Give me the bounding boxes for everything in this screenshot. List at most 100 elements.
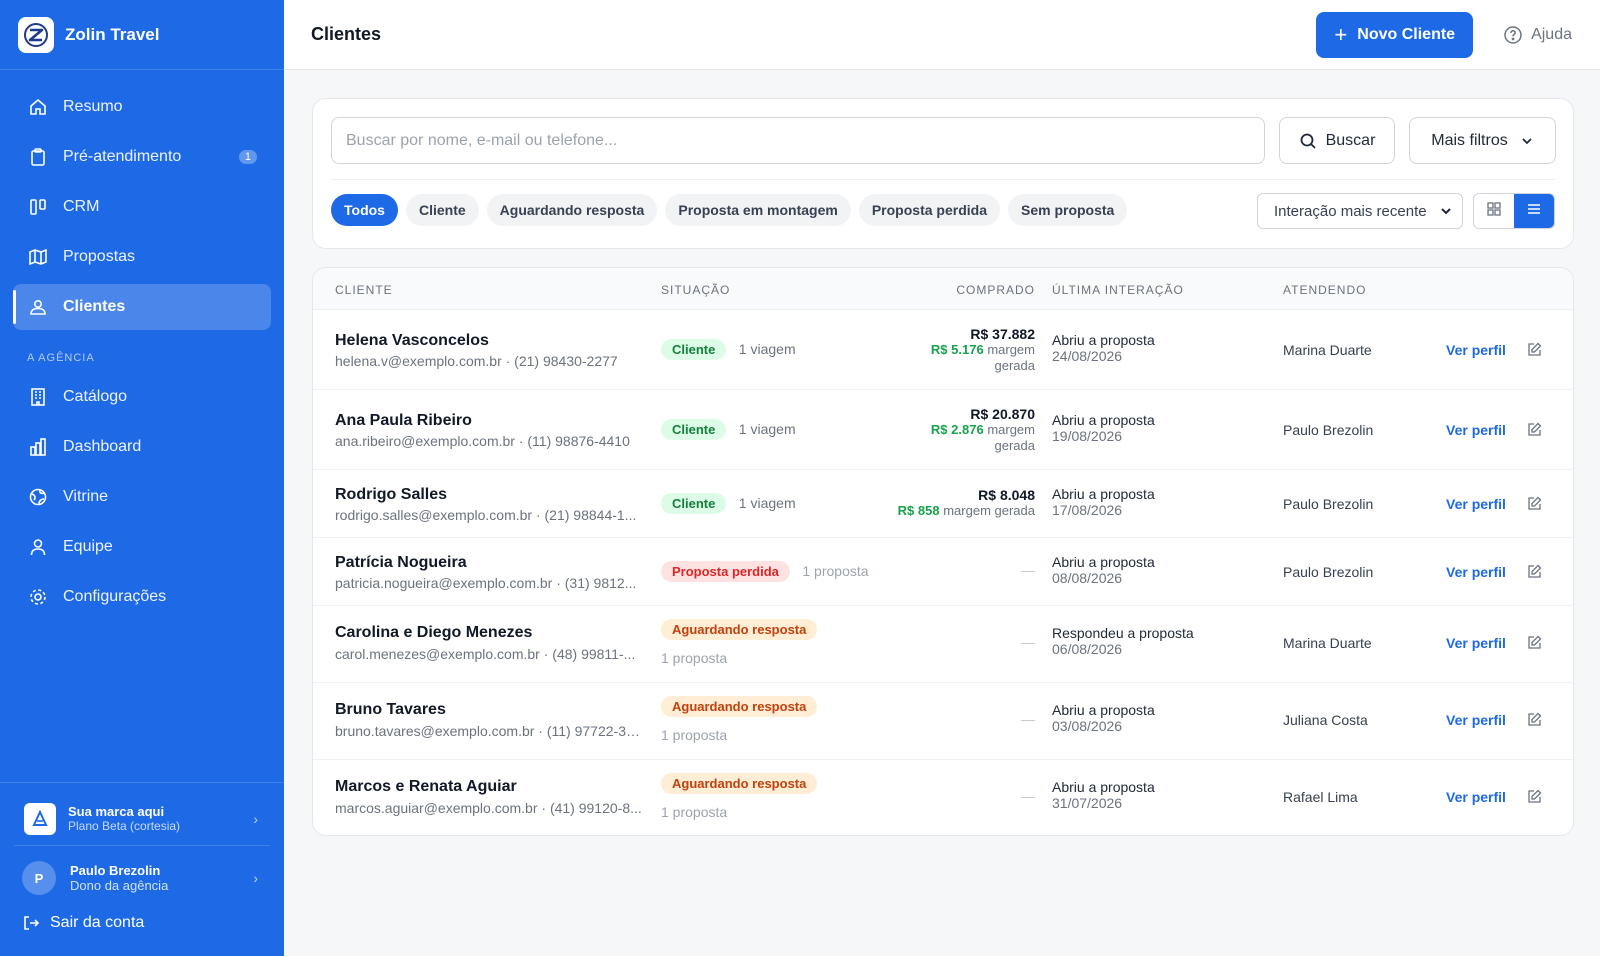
margin-label: gerada <box>994 438 1035 453</box>
status-note: 1 viagem <box>738 495 796 511</box>
edit-icon[interactable] <box>1527 635 1542 650</box>
sidebar-item-dashboard[interactable]: Dashboard <box>13 424 271 470</box>
table-row[interactable]: Carolina e Diego Menezes carol.menezes@e… <box>313 606 1573 683</box>
status-badge: Proposta perdida <box>661 561 790 582</box>
edit-icon[interactable] <box>1527 564 1542 579</box>
edit-icon[interactable] <box>1527 496 1542 511</box>
purchase-amount: R$ 37.882 <box>970 326 1035 342</box>
interaction-date: 03/08/2026 <box>1052 718 1123 734</box>
margin-label: margem <box>987 342 1035 357</box>
kanban-icon <box>27 196 49 218</box>
sidebar-item-configuracoes[interactable]: Configurações <box>13 574 271 620</box>
table-row[interactable]: Marcos e Renata Aguiar marcos.aguiar@exe… <box>313 760 1573 835</box>
purchase-cell: R$ 20.870 R$ 2.876 margem gerada <box>875 406 1035 454</box>
filter-divider <box>331 179 1555 180</box>
table-row[interactable]: Patrícia Nogueira patricia.nogueira@exem… <box>313 538 1573 606</box>
interaction-type: Abriu a proposta <box>1052 332 1155 348</box>
filter-pill-proposta-em-montagem[interactable]: Proposta em montagem <box>665 194 851 226</box>
new-client-label: Novo Cliente <box>1357 25 1456 43</box>
list-view-button[interactable] <box>1514 194 1554 228</box>
view-profile-link[interactable]: Ver perfil <box>1446 712 1506 728</box>
more-filters-button[interactable]: Mais filtros <box>1409 117 1556 164</box>
search-input[interactable] <box>331 117 1265 164</box>
brand[interactable]: Zolin Travel <box>0 0 284 70</box>
column-header-comprado[interactable]: COMPRADO <box>956 283 1035 297</box>
column-header-cliente[interactable]: CLIENTE <box>335 283 393 297</box>
sidebar-item-equipe[interactable]: Equipe <box>13 524 271 570</box>
search-button[interactable]: Buscar <box>1279 117 1395 164</box>
filter-pill-cliente[interactable]: Cliente <box>405 194 479 226</box>
page-title: Clientes <box>311 24 382 44</box>
client-contact: patricia.nogueira@exemplo.com.br · (31) … <box>335 575 637 591</box>
user-name: Paulo Brezolin <box>70 863 161 878</box>
table-header: CLIENTE SITUAÇÃO COMPRADO ÚLTIMA INTERAÇ… <box>313 268 1573 310</box>
avatar: P <box>22 861 56 895</box>
chevron-right-icon: › <box>253 870 258 886</box>
view-profile-link[interactable]: Ver perfil <box>1446 422 1506 438</box>
interaction-date: 31/07/2026 <box>1052 795 1123 811</box>
filter-pill-todos[interactable]: Todos <box>331 194 398 226</box>
sidebar-item-resumo[interactable]: Resumo <box>13 84 271 130</box>
edit-icon[interactable] <box>1527 712 1542 727</box>
brand-card-title: Sua marca aqui <box>68 804 165 819</box>
status-badge: Cliente <box>661 419 727 440</box>
sidebar-item-vitrine[interactable]: Vitrine <box>13 474 271 520</box>
view-profile-link[interactable]: Ver perfil <box>1446 635 1506 651</box>
building-icon <box>27 386 49 408</box>
client-name[interactable]: Carolina e Diego Menezes <box>335 624 532 642</box>
client-name[interactable]: Helena Vasconcelos <box>335 332 489 350</box>
logout-button[interactable]: Sair da conta <box>22 914 144 932</box>
grid-icon <box>1487 201 1501 221</box>
margin-amount: R$ 5.176 <box>930 342 984 357</box>
help-link[interactable]: Ajuda <box>1503 25 1572 45</box>
sidebar-item-clientes[interactable]: Clientes <box>13 284 271 330</box>
interaction-type: Abriu a proposta <box>1052 554 1155 570</box>
edit-icon[interactable] <box>1527 789 1542 804</box>
view-profile-link[interactable]: Ver perfil <box>1446 496 1506 512</box>
filter-pill-proposta-perdida[interactable]: Proposta perdida <box>858 194 1000 226</box>
table-row[interactable]: Rodrigo Salles rodrigo.salles@exemplo.co… <box>313 470 1573 538</box>
sidebar-item-crm[interactable]: CRM <box>13 184 271 230</box>
user-card[interactable]: P Paulo Brezolin Dono da agência › <box>14 852 270 904</box>
column-header-situacao[interactable]: SITUAÇÃO <box>661 283 730 297</box>
bar-chart-icon <box>27 436 49 458</box>
agent-name: Juliana Costa <box>1283 712 1368 728</box>
filter-pill-aguardando-resposta[interactable]: Aguardando resposta <box>486 194 658 226</box>
sidebar-item-catalogo[interactable]: Catálogo <box>13 374 271 420</box>
column-header-atendendo[interactable]: ATENDENDO <box>1283 283 1366 297</box>
client-name[interactable]: Patrícia Nogueira <box>335 554 467 572</box>
interaction-date: 06/08/2026 <box>1052 641 1123 657</box>
grid-view-button[interactable] <box>1474 194 1514 228</box>
clients-table: CLIENTE SITUAÇÃO COMPRADO ÚLTIMA INTERAÇ… <box>312 267 1574 836</box>
status-filter-pills: Todos Cliente Aguardando resposta Propos… <box>331 194 1135 226</box>
view-profile-link[interactable]: Ver perfil <box>1446 564 1506 580</box>
interaction-type: Respondeu a proposta <box>1052 625 1194 641</box>
purchase-cell: R$ 37.882 R$ 5.176 margem gerada <box>875 326 1035 374</box>
view-profile-link[interactable]: Ver perfil <box>1446 789 1506 805</box>
view-profile-link[interactable]: Ver perfil <box>1446 342 1506 358</box>
edit-icon[interactable] <box>1527 422 1542 437</box>
client-name[interactable]: Marcos e Renata Aguiar <box>335 778 517 796</box>
sidebar-item-propostas[interactable]: Propostas <box>13 234 271 280</box>
margin-amount: R$ 2.876 <box>930 422 984 437</box>
purchase-cell: R$ 8.048 R$ 858 margem gerada <box>835 487 1035 519</box>
sidebar-section-label: A AGÊNCIA <box>27 352 95 364</box>
filter-pill-sem-proposta[interactable]: Sem proposta <box>1007 194 1128 226</box>
edit-icon[interactable] <box>1527 342 1542 357</box>
table-row[interactable]: Helena Vasconcelos helena.v@exemplo.com.… <box>313 310 1573 390</box>
client-name[interactable]: Ana Paula Ribeiro <box>335 412 472 430</box>
client-name[interactable]: Rodrigo Salles <box>335 486 447 504</box>
new-client-button[interactable]: + Novo Cliente <box>1316 11 1474 58</box>
brand-plan-card[interactable]: Sua marca aqui Plano Beta (cortesia) › <box>14 792 270 846</box>
user-role: Dono da agência <box>70 878 169 893</box>
client-name[interactable]: Bruno Tavares <box>335 701 446 719</box>
chevron-right-icon: › <box>253 810 258 827</box>
sort-select[interactable]: Interação mais recente <box>1257 193 1463 229</box>
column-header-ultima-interacao[interactable]: ÚLTIMA INTERAÇÃO <box>1052 283 1184 297</box>
agent-name: Marina Duarte <box>1283 342 1372 358</box>
status-cell: Cliente 1 viagem <box>661 339 796 360</box>
table-row[interactable]: Ana Paula Ribeiro ana.ribeiro@exemplo.co… <box>313 390 1573 470</box>
more-filters-label: Mais filtros <box>1431 131 1508 149</box>
table-row[interactable]: Bruno Tavares bruno.tavares@exemplo.com.… <box>313 683 1573 760</box>
sidebar-item-pre-atendimento[interactable]: Pré-atendimento 1 <box>13 134 271 180</box>
